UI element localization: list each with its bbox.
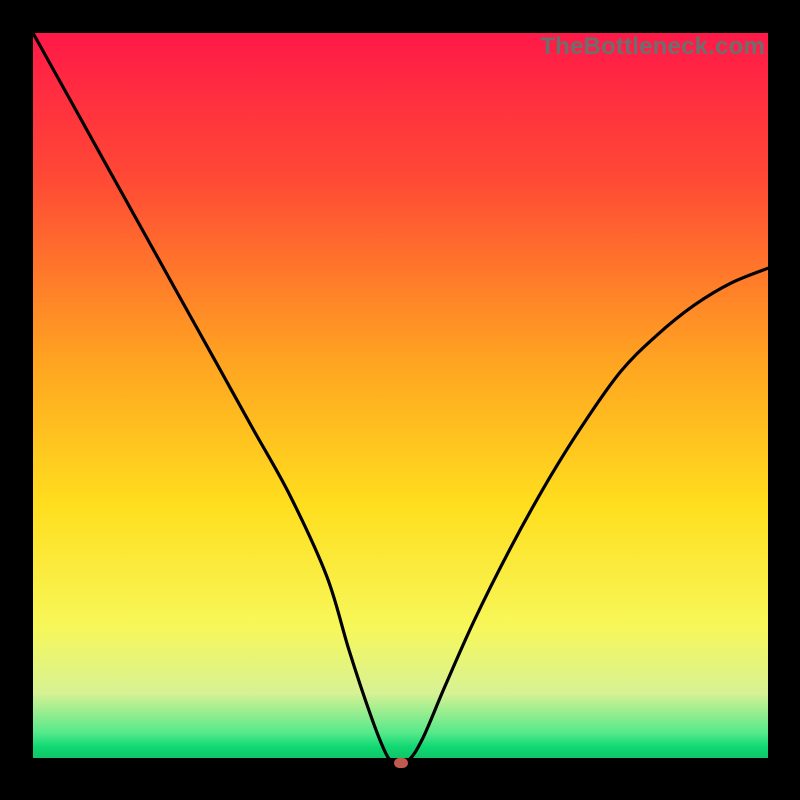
bottleneck-curve — [33, 33, 768, 768]
chart-frame: TheBottleneck.com — [0, 0, 800, 800]
optimum-marker — [394, 758, 408, 768]
plot-area: TheBottleneck.com — [33, 33, 768, 768]
watermark-text: TheBottleneck.com — [540, 33, 765, 61]
